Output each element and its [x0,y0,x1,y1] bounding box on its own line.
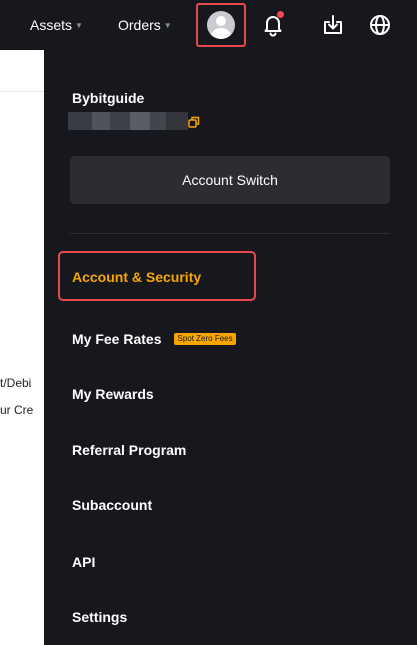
uid-redacted [68,112,188,130]
caret-down-icon: ▼ [163,21,172,30]
account-avatar-button[interactable] [196,3,246,47]
menu-item-label: API [72,554,96,570]
menu-item-label: Subaccount [72,497,153,513]
username: Bybitguide [72,90,145,106]
menu-item-settings[interactable]: Settings [72,607,127,627]
notification-dot [277,11,284,18]
nav-orders[interactable]: Orders ▼ [118,0,172,50]
copy-icon[interactable] [188,115,200,128]
menu-item-referral-program[interactable]: Referral Program [72,440,186,460]
nav-orders-label: Orders [118,17,161,33]
menu-item-label: My Fee Rates [72,331,162,347]
menu-item-fee-rates[interactable]: My Fee Rates Spot Zero Fees [72,329,236,349]
menu-item-subaccount[interactable]: Subaccount [72,495,152,515]
nav-assets[interactable]: Assets ▼ [30,0,83,50]
menu-item-account-security[interactable]: Account & Security [72,267,201,287]
background-text: ur Cre [0,403,34,417]
menu-item-label: Settings [72,609,128,625]
spot-zero-fees-badge: Spot Zero Fees [174,333,236,345]
menu-divider [70,233,390,234]
caret-down-icon: ▼ [75,21,83,30]
menu-item-label: My Rewards [72,386,154,402]
top-nav-bar: Assets ▼ Orders ▼ [0,0,417,50]
globe-icon[interactable] [367,12,393,38]
menu-item-api[interactable]: API [72,552,95,572]
menu-item-label: Referral Program [72,442,187,458]
background-text: t/Debi [0,376,32,390]
menu-item-rewards[interactable]: My Rewards [72,384,154,404]
page-divider [0,91,44,92]
bell-icon[interactable] [260,11,286,37]
avatar [207,11,235,39]
account-dropdown-menu: Bybitguide Account Switch Account & Secu… [44,50,417,645]
menu-item-label: Account & Security [72,269,202,285]
nav-assets-label: Assets [30,17,73,33]
download-icon[interactable] [320,12,346,38]
account-switch-button[interactable]: Account Switch [70,156,390,204]
